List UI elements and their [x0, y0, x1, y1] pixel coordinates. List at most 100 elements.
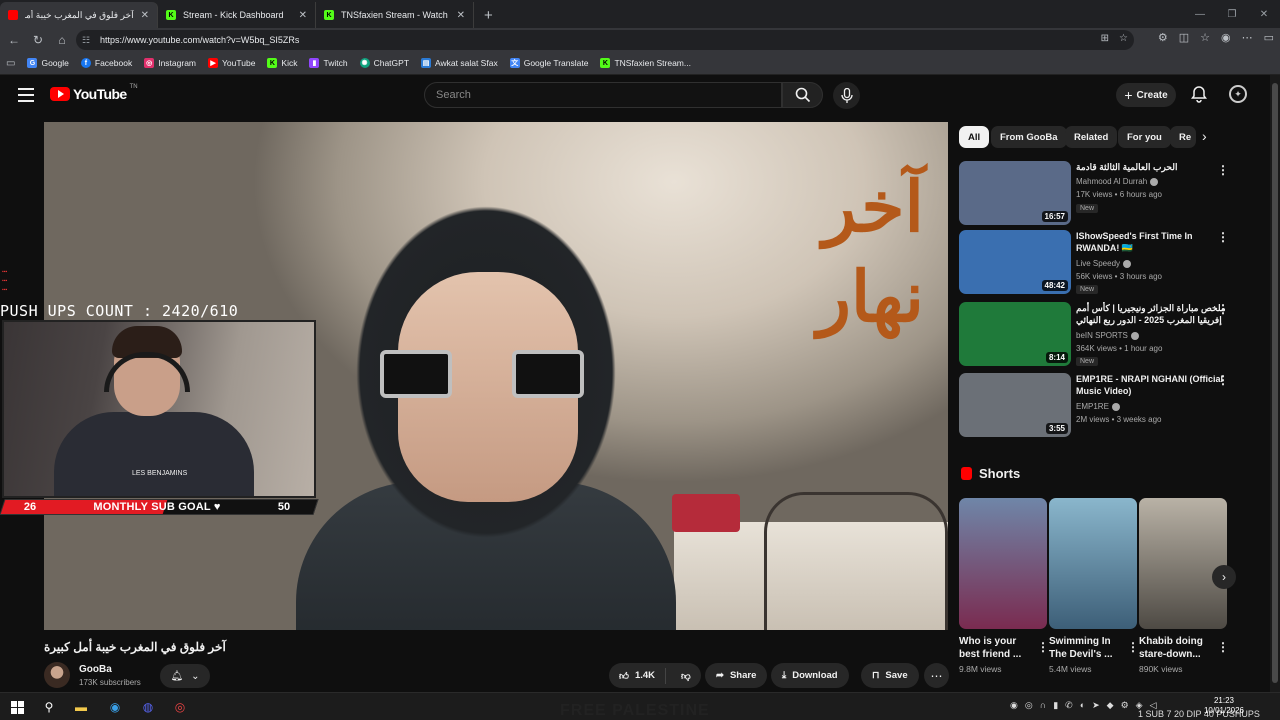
more-options-icon[interactable]: ⋮ — [1217, 302, 1229, 316]
site-info-icon[interactable]: ☷ — [82, 35, 94, 46]
menu-icon[interactable] — [18, 88, 34, 102]
save-button[interactable]: ⊓ Save — [861, 663, 919, 688]
app-available-icon[interactable]: ⊞ — [1101, 33, 1109, 44]
taskbar-clock[interactable]: 21:23 10/01/2026 — [1204, 696, 1244, 716]
short-title[interactable]: Who is your best friend ... — [959, 635, 1035, 661]
profile-icon[interactable]: ◉ — [1221, 31, 1231, 44]
file-explorer-icon[interactable]: ▬ — [72, 698, 90, 716]
bookmark-chatgpt[interactable]: ✺ ChatGPT — [359, 58, 409, 68]
discord-icon[interactable]: ◍ — [139, 698, 157, 716]
channel-name[interactable]: EMP1RE — [1076, 402, 1120, 411]
edge-browser-icon[interactable]: ◉ — [106, 698, 124, 716]
chip-for-you[interactable]: For you — [1118, 126, 1171, 148]
video-title[interactable]: IShowSpeed's First Time In RWANDA! 🇷🇼 — [1076, 230, 1226, 254]
short-item[interactable]: Who is your best friend ... 9.8M views ⋮ — [959, 498, 1049, 674]
short-item[interactable]: Khabib doing stare-down... 890K views ⋮ — [1139, 498, 1229, 674]
browser-tab-youtube[interactable]: آخر فلوق في المغرب خيبة أمل كبيرة ✕ — [0, 2, 158, 28]
whatsapp-icon[interactable]: ✆ — [1065, 700, 1073, 711]
bookmark-kick[interactable]: K Kick — [267, 58, 297, 68]
more-options-icon[interactable]: ⋮ — [1037, 640, 1049, 654]
taskbar-search-icon[interactable]: ⚲ — [40, 698, 58, 716]
video-title[interactable]: ملخص مباراة الجزائر ونيجيريا | كأس أمم إ… — [1076, 302, 1226, 326]
browser-tab-kick-stream[interactable]: K TNSfaxien Stream - Watch Live on ✕ — [316, 2, 474, 28]
tray-app-icon[interactable]: ◐ — [1080, 700, 1085, 711]
bookmark-tnsfaxien[interactable]: K TNSfaxien Stream... — [600, 58, 691, 68]
bookmark-instagram[interactable]: ◎ Instagram — [144, 58, 196, 68]
video-thumbnail[interactable]: 16:57 — [959, 161, 1071, 225]
chip-truncated[interactable]: Re — [1170, 126, 1196, 148]
channel-name[interactable]: Live Speedy — [1076, 259, 1132, 268]
bookmark-awkat-salat[interactable]: ▤ Awkat salat Sfax — [421, 58, 498, 68]
create-button[interactable]: + Create — [1116, 83, 1176, 107]
channel-name[interactable]: beIN SPORTS — [1076, 331, 1139, 340]
short-item[interactable]: Swimming In The Devil's ... 5.4M views ⋮ — [1049, 498, 1139, 674]
download-button[interactable]: ⤓ Download — [771, 663, 849, 688]
close-tab-icon[interactable]: ✕ — [457, 10, 465, 21]
page-scrollbar[interactable] — [1270, 75, 1280, 692]
video-thumbnail[interactable]: 3:55 — [959, 373, 1071, 437]
short-title[interactable]: Khabib doing stare-down... — [1139, 635, 1215, 661]
video-title[interactable]: الحرب العالمية الثالثة قادمة — [1076, 161, 1226, 173]
search-button[interactable] — [782, 82, 823, 108]
channel-name[interactable]: GooBa — [79, 664, 112, 675]
home-icon[interactable]: ⌂ — [50, 33, 74, 47]
recommendation-item[interactable]: 8:14 ملخص مباراة الجزائر ونيجيريا | كأس … — [959, 302, 1259, 368]
tray-app-icon[interactable]: ◉ — [1010, 700, 1018, 711]
sidebar-toggle-icon[interactable]: ▭ — [1264, 31, 1274, 44]
reload-icon[interactable]: ↻ — [26, 33, 50, 47]
account-avatar[interactable]: ✦ — [1229, 85, 1247, 103]
video-thumbnail[interactable]: 8:14 — [959, 302, 1071, 366]
voice-search-button[interactable] — [833, 82, 860, 109]
chip-all[interactable]: All — [959, 126, 990, 148]
windows-start-icon[interactable] — [8, 698, 26, 716]
favorites-icon[interactable]: ☆ — [1200, 31, 1210, 44]
tray-app-icon[interactable]: ◎ — [1025, 700, 1033, 711]
minimize-icon[interactable]: — — [1184, 9, 1216, 20]
bookmark-google-translate[interactable]: 文 Google Translate — [509, 58, 588, 68]
tray-app-icon[interactable]: ◆ — [1107, 700, 1114, 711]
channel-avatar[interactable] — [44, 662, 70, 688]
split-screen-icon[interactable]: ◫ — [1179, 31, 1189, 44]
new-tab-button[interactable]: + — [474, 2, 503, 28]
short-thumbnail[interactable] — [959, 498, 1047, 629]
extensions-icon[interactable]: ⚙ — [1158, 31, 1168, 44]
close-tab-icon[interactable]: ✕ — [299, 10, 307, 21]
more-options-icon[interactable]: ⋮ — [1127, 640, 1139, 654]
close-window-icon[interactable]: ✕ — [1248, 9, 1280, 20]
headset-icon[interactable]: ∩ — [1040, 700, 1046, 711]
back-icon[interactable]: ← — [2, 33, 26, 47]
chip-from-gooba[interactable]: From GooBa — [991, 126, 1067, 148]
short-thumbnail[interactable] — [1049, 498, 1137, 629]
telegram-icon[interactable]: ➤ — [1092, 700, 1100, 711]
more-actions-button[interactable]: ⋯ — [924, 663, 949, 688]
like-button[interactable]: 👍︎ 1.4K — [609, 667, 667, 684]
more-options-icon[interactable]: ⋮ — [1217, 230, 1229, 244]
close-tab-icon[interactable]: ✕ — [141, 10, 149, 21]
settings-icon[interactable]: ⚙ — [1121, 700, 1129, 711]
more-options-icon[interactable]: ⋮ — [1217, 640, 1229, 654]
obs-icon[interactable]: ◎ — [171, 698, 189, 716]
short-title[interactable]: Swimming In The Devil's ... — [1049, 635, 1125, 661]
maximize-icon[interactable]: ❐ — [1216, 9, 1248, 20]
short-thumbnail[interactable] — [1139, 498, 1227, 629]
chip-related[interactable]: Related — [1065, 126, 1118, 148]
youtube-logo[interactable]: YouTube TN — [50, 84, 138, 102]
bookmark-youtube[interactable]: ▶ YouTube — [208, 58, 255, 68]
video-title[interactable]: EMP1RE - NRAPI NGHANI (Official Music Vi… — [1076, 373, 1226, 397]
recommendation-item[interactable]: 48:42 IShowSpeed's First Time In RWANDA!… — [959, 230, 1259, 296]
subscription-bell-button[interactable]: 🔔︎ ⌄ — [160, 664, 210, 688]
notifications-bell-icon[interactable] — [1190, 85, 1208, 103]
bookmark-twitch[interactable]: ▮ Twitch — [309, 58, 348, 68]
recommendation-item[interactable]: 3:55 EMP1RE - NRAPI NGHANI (Official Mus… — [959, 373, 1259, 439]
channel-name[interactable]: Mahmood Al Durrah — [1076, 177, 1159, 186]
more-options-icon[interactable]: ⋮ — [1217, 373, 1229, 387]
address-bar[interactable]: ☷ https://www.youtube.com/watch?v=W5bq_S… — [76, 30, 1134, 50]
dislike-button[interactable]: 👎︎ — [672, 670, 700, 682]
browser-tab-kick-dashboard[interactable]: K Stream - Kick Dashboard ✕ — [158, 2, 316, 28]
bookmark-google[interactable]: G Google — [27, 58, 69, 68]
share-button[interactable]: ➦ Share — [705, 663, 768, 688]
search-input[interactable]: Search — [424, 82, 782, 108]
more-menu-icon[interactable]: ⋯ — [1242, 31, 1253, 44]
more-options-icon[interactable]: ⋮ — [1217, 163, 1229, 177]
bookmarks-apps-icon[interactable]: ▭ — [6, 58, 15, 69]
